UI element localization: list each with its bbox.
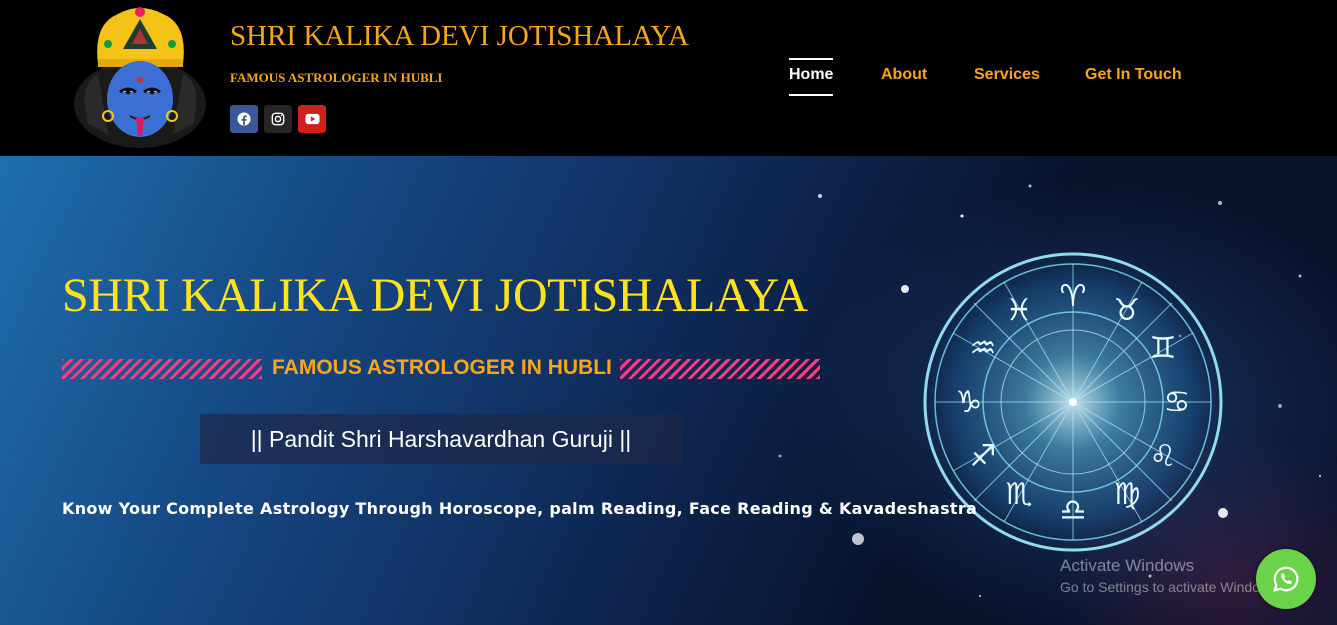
hero-tagline: Know Your Complete Astrology Through Hor… bbox=[62, 499, 978, 518]
whatsapp-icon bbox=[1273, 566, 1299, 592]
youtube-link[interactable] bbox=[298, 105, 326, 133]
guru-name: || Pandit Shri Harshavardhan Guruji || bbox=[250, 425, 632, 452]
instagram-link[interactable] bbox=[264, 105, 292, 133]
decorative-stripe-right bbox=[620, 359, 820, 379]
svg-text:♎: ♎ bbox=[1060, 493, 1087, 528]
svg-text:♉: ♉ bbox=[1114, 293, 1141, 328]
zodiac-wheel-image: ♈ ♉ ♊ ♋ ♌ ♍ ♎ ♏ ♐ ♑ ♒ ♓ bbox=[913, 242, 1233, 562]
watermark-title: Activate Windows bbox=[1060, 556, 1195, 575]
windows-activation-watermark: Activate Windows Go to Settings to activ… bbox=[1060, 556, 1281, 595]
svg-text:♒: ♒ bbox=[970, 331, 997, 366]
svg-text:♊: ♊ bbox=[1150, 331, 1177, 366]
hero-banner: ♈ ♉ ♊ ♋ ♌ ♍ ♎ ♏ ♐ ♑ ♒ ♓ SHRI KALIKA DEVI… bbox=[0, 156, 1337, 625]
facebook-icon bbox=[237, 112, 251, 126]
guru-banner: || Pandit Shri Harshavardhan Guruji || bbox=[200, 414, 682, 464]
nav-about[interactable]: About bbox=[881, 66, 927, 84]
hero-title: SHRI KALIKA DEVI JOTISHALAYA bbox=[62, 269, 808, 322]
youtube-icon bbox=[304, 113, 320, 125]
svg-text:♓: ♓ bbox=[1006, 293, 1033, 328]
svg-text:♌: ♌ bbox=[1150, 439, 1177, 474]
decorative-stripe-left bbox=[62, 359, 262, 379]
svg-text:♑: ♑ bbox=[956, 385, 983, 420]
nav-services[interactable]: Services bbox=[974, 66, 1040, 84]
facebook-link[interactable] bbox=[230, 105, 258, 133]
svg-text:♍: ♍ bbox=[1114, 477, 1141, 512]
nav-home[interactable]: Home bbox=[789, 58, 834, 96]
brand-subtitle: FAMOUS ASTROLOGER IN HUBLI bbox=[230, 70, 443, 85]
svg-text:♐: ♐ bbox=[970, 439, 997, 474]
svg-text:♈: ♈ bbox=[1060, 279, 1087, 314]
svg-text:♏: ♏ bbox=[1006, 477, 1033, 512]
whatsapp-chat-button[interactable] bbox=[1256, 549, 1316, 609]
kali-logo[interactable] bbox=[68, 4, 213, 149]
brand-title[interactable]: SHRI KALIKA DEVI JOTISHALAYA bbox=[230, 20, 689, 53]
social-links bbox=[230, 105, 326, 133]
instagram-icon bbox=[271, 112, 285, 126]
hero-subtitle: FAMOUS ASTROLOGER IN HUBLI bbox=[272, 356, 612, 379]
nav-get-in-touch[interactable]: Get In Touch bbox=[1085, 66, 1182, 84]
site-header: SHRI KALIKA DEVI JOTISHALAYA FAMOUS ASTR… bbox=[0, 0, 1337, 156]
svg-text:♋: ♋ bbox=[1164, 385, 1191, 420]
watermark-subtitle: Go to Settings to activate Windows. bbox=[1060, 579, 1281, 595]
